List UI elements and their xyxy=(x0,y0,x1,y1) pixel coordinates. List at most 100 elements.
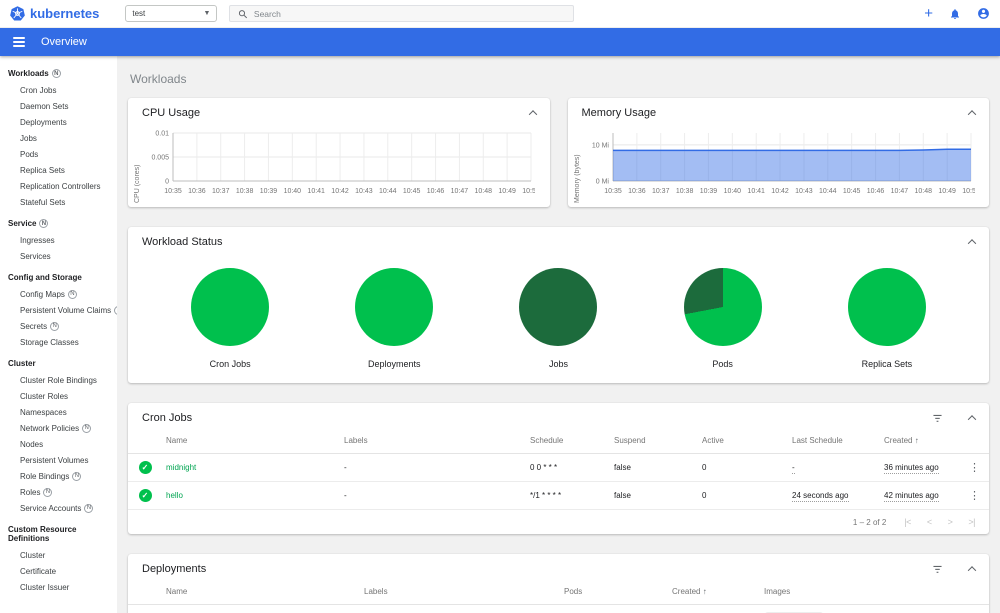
column-header-pods[interactable]: Pods xyxy=(560,579,668,605)
pie-chart xyxy=(191,268,270,346)
sidebar-item-label: Cluster xyxy=(20,550,46,560)
sidebar-item-jobs[interactable]: Jobs xyxy=(0,130,117,146)
sidebar-item-ingresses[interactable]: Ingresses xyxy=(0,232,117,248)
sidebar-group-label: Cluster xyxy=(8,359,36,368)
sidebar-item-services[interactable]: Services xyxy=(0,248,117,264)
filter-button[interactable] xyxy=(932,414,943,423)
usage-charts-row: CPU Usage CPU (cores) 0 0.005 0.01 10:35 10:… xyxy=(128,98,989,207)
svg-text:10:37: 10:37 xyxy=(651,188,669,195)
table-cell: */1 * * * * xyxy=(526,481,610,510)
column-header-labels[interactable]: Labels xyxy=(340,428,526,454)
sidebar-item-config-maps[interactable]: Config Maps N xyxy=(0,286,117,302)
sidebar-item-replica-sets[interactable]: Replica Sets xyxy=(0,162,117,178)
sidebar-item-role-bindings[interactable]: Role Bindings N xyxy=(0,468,117,484)
search-input[interactable] xyxy=(253,8,566,19)
sidebar-item-pods[interactable]: Pods xyxy=(0,146,117,162)
svg-text:10:49: 10:49 xyxy=(498,188,516,195)
namespace-selector[interactable]: test ▼ xyxy=(125,5,218,22)
sidebar-item-cluster-issuer[interactable]: Cluster Issuer xyxy=(0,579,117,595)
sidebar-item-label: Deployments xyxy=(20,117,67,127)
sidebar-item-deployments[interactable]: Deployments xyxy=(0,114,117,130)
column-header-name[interactable]: Name xyxy=(162,428,340,454)
collapse-chevron-icon[interactable] xyxy=(967,566,977,575)
sidebar-item-namespaces[interactable]: Namespaces xyxy=(0,404,117,420)
resource-link[interactable]: hello xyxy=(166,491,183,500)
svg-text:10:40: 10:40 xyxy=(284,188,302,195)
namespaced-badge: N xyxy=(50,321,60,331)
namespaced-badge: N xyxy=(82,423,92,433)
table-row[interactable]: ✓test-2 / 248 seconds agonginx:1.14.2⋮ xyxy=(128,604,989,613)
first-page-button[interactable]: |< xyxy=(904,517,911,527)
svg-text:10:36: 10:36 xyxy=(628,188,646,195)
collapse-chevron-icon[interactable] xyxy=(967,239,977,248)
kebab-menu-button[interactable]: ⋮ xyxy=(965,490,984,502)
namespaced-badge: N xyxy=(72,471,82,481)
sidebar-item-persistent-volume-claims[interactable]: Persistent Volume ClaimsN xyxy=(0,302,117,318)
menu-button[interactable] xyxy=(11,35,27,49)
sidebar-item-cron-jobs[interactable]: Cron Jobs xyxy=(0,82,117,98)
sidebar-group-header-config-and-storage[interactable]: Config and Storage xyxy=(0,269,117,286)
svg-text:10 Mi: 10 Mi xyxy=(591,142,609,149)
column-header-created[interactable]: Created ↑ xyxy=(880,428,960,454)
sidebar-group-cluster: Cluster Cluster Role Bindings Cluster Role… xyxy=(0,355,117,516)
sidebar-item-certificate[interactable]: Certificate xyxy=(0,563,117,579)
collapse-chevron-icon[interactable] xyxy=(528,110,537,119)
sidebar-item-daemon-sets[interactable]: Daemon Sets xyxy=(0,98,117,114)
sidebar-group-label: Custom Resource Definitions xyxy=(8,525,77,543)
sidebar-item-replication-controllers[interactable]: Replication Controllers xyxy=(0,178,117,194)
sidebar-item-persistent-volumes[interactable]: Persistent Volumes xyxy=(0,452,117,468)
sidebar-item-network-policies[interactable]: Network Policies N xyxy=(0,420,117,436)
resource-link[interactable]: midnight xyxy=(166,463,196,472)
table-row[interactable]: ✓ hello - */1 * * * * false 0 24 seconds ago 42… xyxy=(128,481,989,510)
previous-page-button[interactable]: < xyxy=(927,517,932,527)
sidebar-item-stateful-sets[interactable]: Stateful Sets xyxy=(0,194,117,210)
cpu-usage-card: CPU Usage CPU (cores) 0 0.005 0.01 10:35 10:… xyxy=(128,98,550,207)
sidebar-item-label: Role Bindings xyxy=(20,471,70,481)
sidebar-item-nodes[interactable]: Nodes xyxy=(0,436,117,452)
kubernetes-home-link[interactable]: kubernetes xyxy=(10,6,99,21)
sidebar-group-header-custom-resource-definitions[interactable]: Custom Resource Definitions xyxy=(0,521,117,547)
next-page-button[interactable]: > xyxy=(948,517,953,527)
column-header-created[interactable]: Created ↑ xyxy=(668,579,760,605)
svg-text:10:50: 10:50 xyxy=(962,188,975,195)
sidebar-item-label: Nodes xyxy=(20,439,44,449)
svg-text:0.005: 0.005 xyxy=(151,155,169,162)
table-row[interactable]: ✓ midnight -0 0 * * * false 0-36 minutes ago… xyxy=(128,453,989,482)
column-header-schedule[interactable]: Schedule xyxy=(526,428,610,454)
sidebar-group-header-cluster[interactable]: Cluster xyxy=(0,355,117,372)
column-header-suspend[interactable]: Suspend xyxy=(610,428,698,454)
svg-text:0 Mi: 0 Mi xyxy=(595,179,609,186)
sidebar-item-cluster-roles[interactable]: Cluster Roles xyxy=(0,388,117,404)
column-header-labels[interactable]: Labels xyxy=(360,579,560,605)
last-page-button[interactable]: >| xyxy=(968,517,975,527)
status-chart-label: Replica Sets xyxy=(861,359,913,369)
sidebar-item-label: Service Accounts xyxy=(20,503,82,513)
column-header-images[interactable]: Images xyxy=(760,579,956,605)
account-button[interactable] xyxy=(977,7,990,20)
filter-button[interactable] xyxy=(932,565,943,574)
column-header-name[interactable]: Name xyxy=(162,579,360,605)
kebab-menu-button[interactable]: ⋮ xyxy=(965,462,984,474)
collapse-chevron-icon[interactable] xyxy=(967,415,977,424)
sidebar-item-cluster[interactable]: Cluster xyxy=(0,547,117,563)
sidebar-item-roles[interactable]: Roles N xyxy=(0,484,117,500)
column-header-active[interactable]: Active xyxy=(698,428,788,454)
create-resource-button[interactable]: + xyxy=(924,6,933,21)
sidebar-group-header-workloads[interactable]: Workloads N xyxy=(0,65,117,82)
notifications-button[interactable] xyxy=(949,8,961,20)
column-header-last-schedule[interactable]: Last Schedule xyxy=(788,428,880,454)
sidebar-item-label: Roles xyxy=(20,487,41,497)
sidebar-item-label: Storage Classes xyxy=(20,337,79,347)
search-bar[interactable] xyxy=(229,5,575,22)
table-cell: 2 / 2 xyxy=(560,604,668,613)
sidebar-group-label: Workloads xyxy=(8,69,49,78)
sidebar-group-header-service[interactable]: Service N xyxy=(0,215,117,232)
top-actions: + xyxy=(924,6,990,21)
sidebar-item-storage-classes[interactable]: Storage Classes xyxy=(0,334,117,350)
sidebar-item-secrets[interactable]: Secrets N xyxy=(0,318,117,334)
sidebar-item-service-accounts[interactable]: Service Accounts N xyxy=(0,500,117,516)
collapse-chevron-icon[interactable] xyxy=(967,110,977,119)
status-chart-label: Jobs xyxy=(548,359,568,369)
sidebar-item-label: Daemon Sets xyxy=(20,101,69,111)
sidebar-item-cluster-role-bindings[interactable]: Cluster Role Bindings xyxy=(0,372,117,388)
